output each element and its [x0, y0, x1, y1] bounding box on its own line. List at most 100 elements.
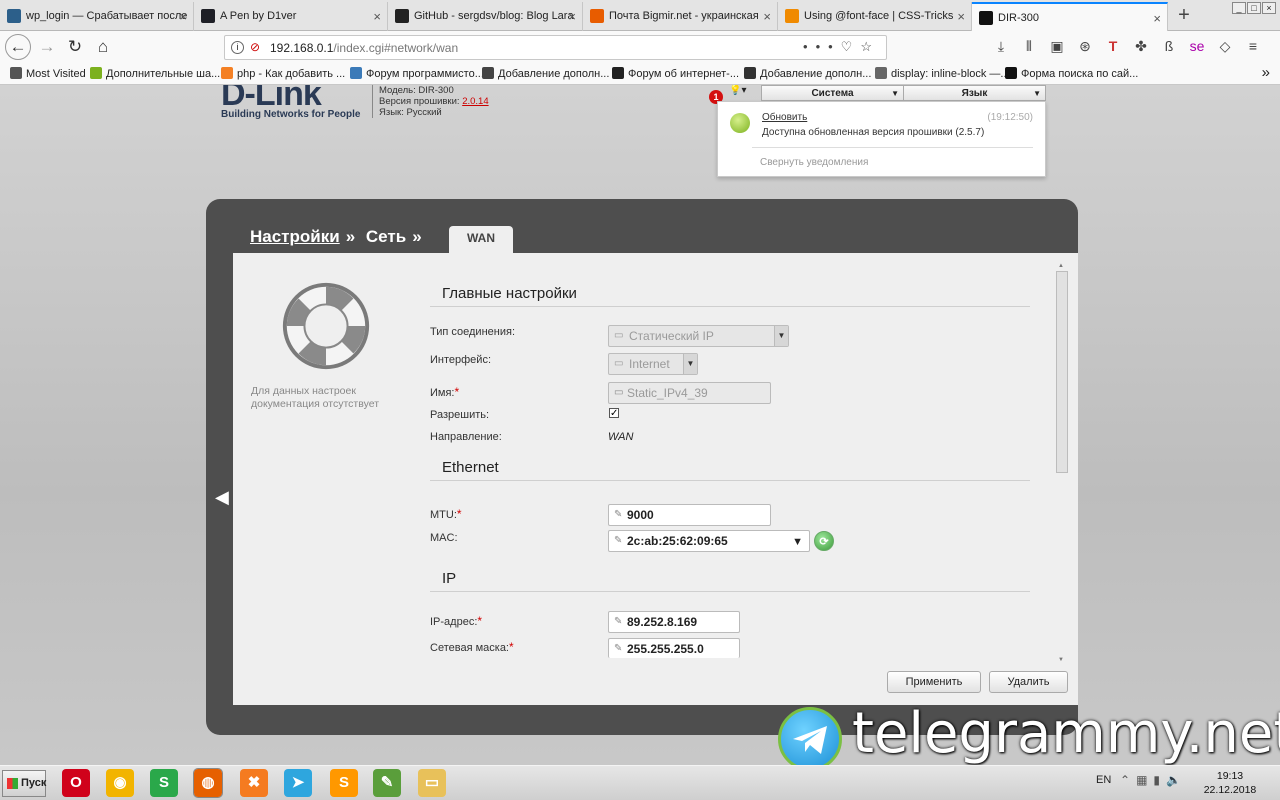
battery-icon[interactable]: ▮ — [1153, 773, 1166, 787]
chevron-left-icon[interactable]: ◀ — [215, 487, 229, 508]
translate-icon[interactable]: T — [1102, 38, 1124, 54]
xampp-icon[interactable]: ✖ — [240, 769, 268, 797]
collapse-notifications-link[interactable]: Свернуть уведомления — [760, 157, 868, 168]
scroll-thumb[interactable] — [1056, 271, 1068, 473]
mtu-field[interactable]: ✎ 9000 — [608, 504, 771, 526]
se-icon[interactable]: se — [1186, 38, 1208, 54]
sublime-icon[interactable]: S — [330, 769, 358, 797]
close-window-button[interactable]: × — [1262, 2, 1276, 14]
telegram-icon[interactable]: ➤ — [284, 769, 312, 797]
bookmark-label: Most Visited — [26, 68, 86, 80]
clone-mac-refresh-icon[interactable]: ⟳ — [814, 531, 834, 551]
app-glyph: ▭ — [424, 774, 440, 791]
chrome-icon[interactable]: ◉ — [106, 769, 134, 797]
folder-icon[interactable]: ▭ — [418, 769, 446, 797]
bookmark-label: Дополнительные ша... — [106, 68, 221, 80]
scroll-up-icon[interactable]: ▲ — [1058, 263, 1064, 269]
extension-icon[interactable]: ⊛ — [1074, 38, 1096, 55]
firefox-icon[interactable]: ◍ — [193, 768, 223, 798]
mtu-label: MTU:* — [430, 507, 462, 521]
maximize-button[interactable]: □ — [1247, 2, 1261, 14]
section-ip: IP — [430, 570, 1030, 592]
start-button[interactable]: Пуск — [2, 770, 46, 797]
bookmark-item[interactable]: display: inline-block —... — [875, 67, 1010, 80]
volume-icon[interactable]: 🔈 — [1166, 773, 1187, 787]
close-tab-icon[interactable]: × — [179, 2, 187, 31]
bookmark-item[interactable]: Форум об интернет-... — [612, 67, 739, 80]
content-scrollbar[interactable]: ▲ ▼ — [1055, 263, 1069, 663]
direction-value: WAN — [608, 431, 634, 443]
mask-field[interactable]: ✎ 255.255.255.0 — [608, 638, 740, 658]
bookmark-item[interactable]: php - Как добавить ... — [221, 67, 345, 80]
telegrammy-watermark: telegrammy.net — [778, 701, 1280, 765]
app-glyph: ✎ — [380, 774, 394, 791]
browser-tab-bar: wp_login — Срабатывает после × A Pen by D1… — [0, 0, 1280, 31]
page-actions-icon[interactable]: •••♡☆ — [803, 39, 880, 55]
script-icon[interactable]: ß — [1158, 38, 1180, 54]
browser-tab[interactable]: DIR-300 × — [972, 2, 1168, 31]
close-tab-icon[interactable]: × — [1153, 4, 1161, 31]
browser-tab[interactable]: Using @font-face | CSS-Tricks × — [778, 2, 972, 31]
menu-icon[interactable]: ≡ — [1242, 38, 1264, 54]
browser-tab[interactable]: wp_login — Срабатывает после × — [0, 2, 194, 31]
shield-icon[interactable]: ◇ — [1214, 38, 1236, 55]
notification-popup: Обновить (19:12:50) Доступна обновленная… — [717, 101, 1046, 177]
tray-expand-icon[interactable]: ⌃ — [1120, 773, 1136, 787]
bookmark-item[interactable]: Добавление дополн... — [744, 67, 871, 80]
clock[interactable]: 19:13 22.12.2018 — [1200, 769, 1260, 797]
watermark-text: telegrammy.net — [852, 701, 1280, 765]
notepad-icon[interactable]: ✎ — [373, 769, 401, 797]
downloads-icon[interactable]: ⤓ — [990, 38, 1012, 55]
bookmark-label: display: inline-block —... — [891, 68, 1010, 80]
bookmark-item[interactable]: Most Visited — [10, 67, 86, 80]
skype-icon[interactable]: S — [150, 769, 178, 797]
home-icon[interactable]: ⌂ — [91, 35, 115, 59]
scroll-down-icon[interactable]: ▼ — [1058, 657, 1064, 663]
info-icon[interactable]: i — [231, 41, 244, 54]
minimize-button[interactable]: _ — [1232, 2, 1246, 14]
forward-button[interactable]: → — [35, 35, 59, 59]
apply-button[interactable]: Применить — [887, 671, 981, 693]
close-tab-icon[interactable]: × — [763, 2, 771, 31]
reload-button[interactable]: ↻ — [63, 35, 87, 59]
close-tab-icon[interactable]: × — [373, 2, 381, 31]
enable-checkbox[interactable]: ✓ — [609, 408, 619, 419]
bookmark-item[interactable]: Дополнительные ша... — [90, 67, 220, 80]
bookmark-item[interactable]: Форум программисто... — [350, 67, 484, 80]
breadcrumb-network[interactable]: Сеть — [366, 227, 406, 246]
update-link[interactable]: Обновить — [762, 112, 807, 123]
puzzle-icon[interactable]: ✤ — [1130, 38, 1152, 55]
library-icon[interactable]: ⫴ — [1018, 38, 1040, 55]
browser-tab[interactable]: GitHub - sergdsv/blog: Blog Lara × — [388, 2, 583, 31]
windows-taskbar: Пуск O ◉ S ◍ ✖ ➤ S ✎ ▭ EN ⌃▦▮🔈 19:13 22.12.2018 — [0, 765, 1280, 800]
menu-language[interactable]: Язык ▼ — [903, 85, 1046, 101]
close-tab-icon[interactable]: × — [568, 2, 576, 31]
browser-tab[interactable]: A Pen by D1ver × — [194, 2, 388, 31]
close-tab-icon[interactable]: × — [957, 2, 965, 31]
input-language[interactable]: EN — [1096, 774, 1111, 786]
bookmark-favicon-icon — [1005, 67, 1017, 79]
fw-version-link[interactable]: 2.0.14 — [462, 96, 488, 107]
bookmark-item[interactable]: Добавление дополн... — [482, 67, 609, 80]
top-menu: 💡▾ Система ▼ Язык ▼ — [729, 85, 1046, 101]
tab-wan[interactable]: WAN — [449, 226, 513, 253]
network-icon[interactable]: ▦ — [1136, 773, 1153, 787]
new-tab-button[interactable]: + — [1172, 3, 1196, 27]
settings-panel: Настройки» Сеть» WAN ◀ Для данных настро… — [206, 199, 1078, 735]
insecure-lock-icon[interactable]: ⊘ — [250, 40, 260, 54]
ip-field[interactable]: ✎ 89.252.8.169 — [608, 611, 740, 633]
back-button[interactable]: ← — [5, 34, 31, 60]
opera-icon[interactable]: O — [62, 769, 90, 797]
breadcrumb-settings[interactable]: Настройки — [250, 227, 340, 246]
browser-tab[interactable]: Почта Bigmir.net - украинская × — [583, 2, 778, 31]
chevron-right-icon[interactable]: » — [1262, 64, 1270, 81]
mac-select[interactable]: ✎ 2c:ab:25:62:09:65 ▼ — [608, 530, 810, 552]
url-bar[interactable]: i ⊘ 192.168.0.1/index.cgi#network/wan ••… — [224, 35, 887, 60]
tab-title: Почта Bigmir.net - украинская — [609, 10, 759, 22]
sidebar-icon[interactable]: ▣ — [1046, 38, 1068, 55]
menu-system[interactable]: Система ▼ — [761, 85, 904, 101]
interface-label: Интерфейс: — [430, 354, 491, 366]
notification-bulb-icon[interactable]: 💡▾ — [729, 85, 761, 101]
bookmark-item[interactable]: Форма поиска по сай... — [1005, 67, 1138, 80]
delete-button[interactable]: Удалить — [989, 671, 1068, 693]
